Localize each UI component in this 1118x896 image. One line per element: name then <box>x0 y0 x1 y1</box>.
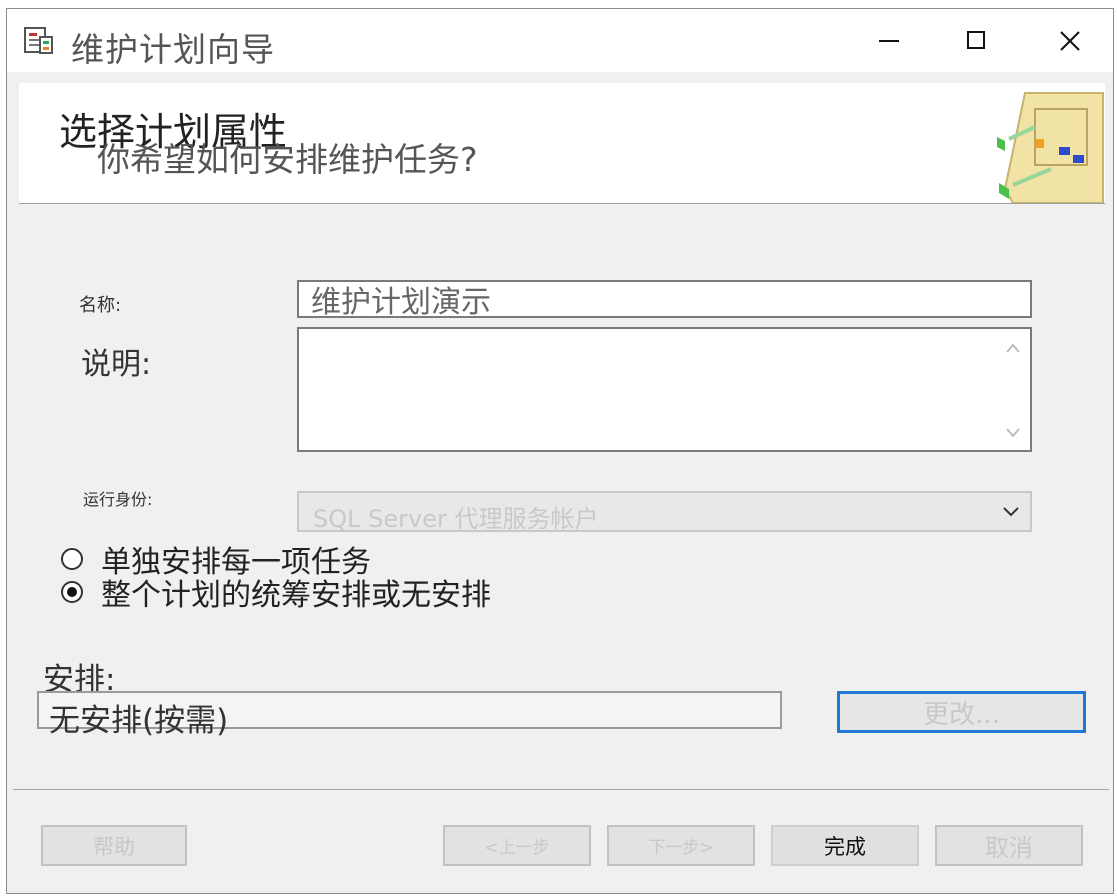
run-as-label: 运行身份: <box>83 490 153 509</box>
scroll-down-icon[interactable] <box>1002 422 1024 444</box>
next-button[interactable]: 下一步> <box>607 825 755 866</box>
name-input[interactable] <box>297 280 1032 318</box>
maximize-button[interactable] <box>957 21 997 61</box>
schedule-field: 无安排(按需) <box>37 691 782 739</box>
window-title: 维护计划向导 <box>71 30 275 69</box>
back-button[interactable]: <上一步 <box>443 825 591 866</box>
maximize-icon <box>967 31 985 49</box>
description-textarea[interactable] <box>297 327 1032 452</box>
minimize-icon <box>879 40 899 42</box>
description-label: 说明: <box>81 347 152 382</box>
cancel-button[interactable]: 取消 <box>935 825 1083 866</box>
scroll-up-icon[interactable] <box>1002 337 1024 359</box>
radio-single-label: 整个计划的统筹安排或无安排 <box>101 578 491 613</box>
wizard-window: 维护计划向导 选择计划属性 你希望如何安排维护任务? 名称: 维护计划演示 说明… <box>6 8 1114 894</box>
finish-button[interactable]: 完成 <box>771 825 919 866</box>
radio-single[interactable] <box>61 581 83 603</box>
run-as-value: SQL Server 代理服务帐户 <box>313 505 599 533</box>
wizard-app-icon <box>23 25 55 57</box>
help-button[interactable]: 帮助 <box>41 825 187 866</box>
schedule-value: 无安排(按需) <box>49 703 229 739</box>
radio-option-single[interactable]: 整个计划的统筹安排或无安排 <box>61 570 491 614</box>
run-as-select[interactable]: SQL Server 代理服务帐户 <box>297 491 1032 533</box>
footer-divider <box>13 789 1109 790</box>
name-label: 名称: <box>79 295 122 316</box>
wizard-header: 选择计划属性 你希望如何安排维护任务? <box>19 83 1105 204</box>
close-icon <box>1060 31 1080 51</box>
minimize-button[interactable] <box>869 21 909 61</box>
chevron-down-icon <box>1002 502 1020 520</box>
title-bar: 维护计划向导 <box>7 9 1113 72</box>
close-button[interactable] <box>1050 21 1090 61</box>
change-schedule-button[interactable]: 更改... <box>837 691 1086 733</box>
wizard-banner-icon <box>995 89 1105 204</box>
page-subtitle: 你希望如何安排维护任务? <box>97 140 478 179</box>
radio-separate[interactable] <box>61 548 83 570</box>
